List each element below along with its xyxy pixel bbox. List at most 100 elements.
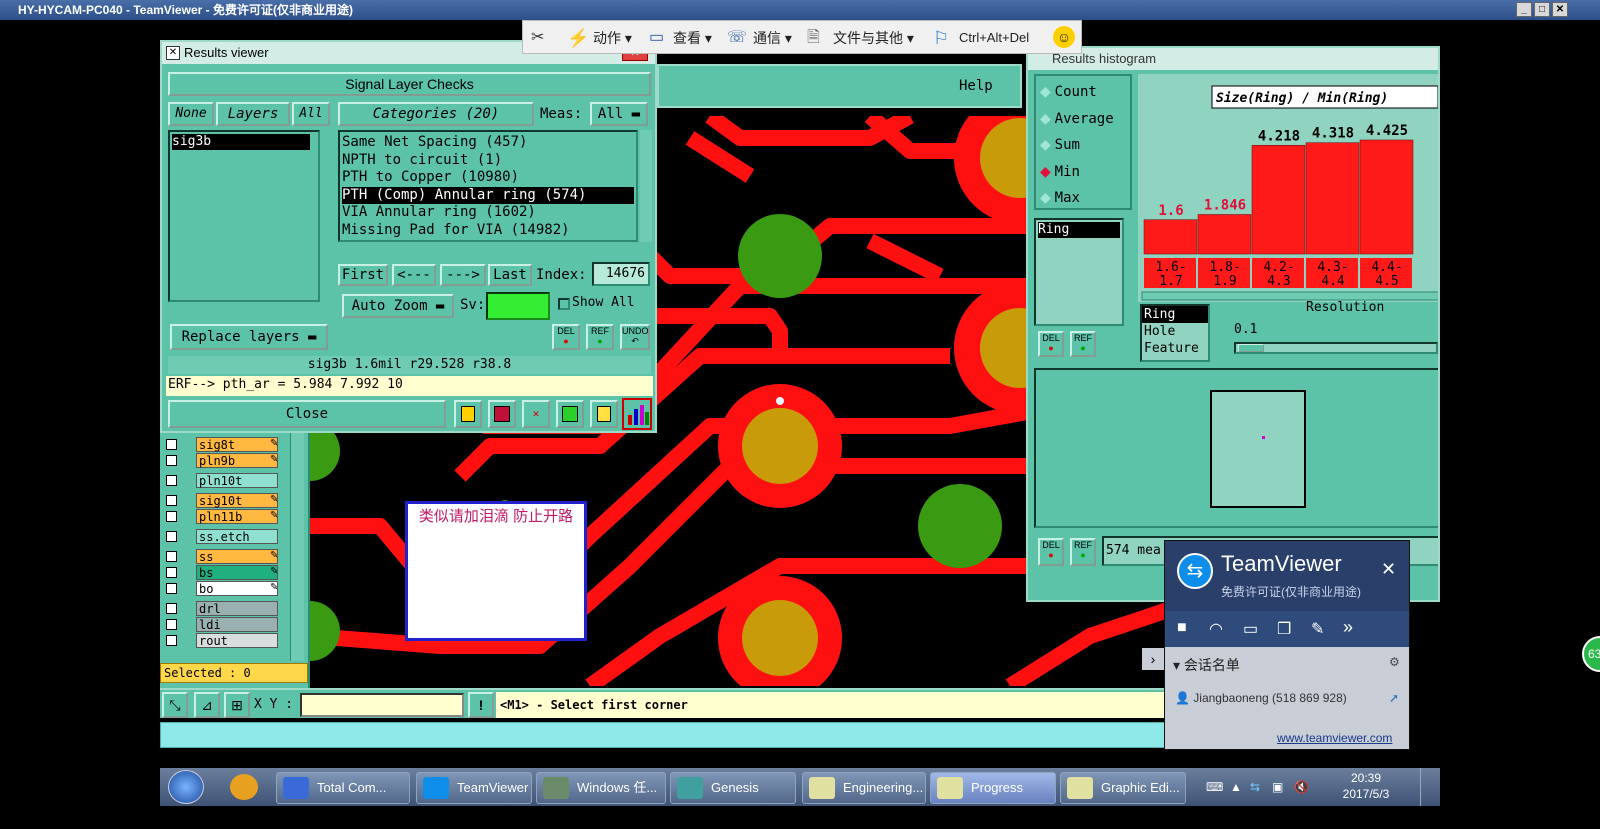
stat-option-count[interactable]: ◆ Count: [1040, 80, 1097, 102]
maximize-button[interactable]: □: [1534, 2, 1550, 17]
layer-name[interactable]: drl: [196, 601, 278, 616]
layer-name[interactable]: bs: [196, 565, 278, 580]
tool-icon-5[interactable]: [590, 400, 618, 428]
help-menu[interactable]: Help: [959, 78, 993, 94]
more-icon[interactable]: »: [1343, 617, 1353, 638]
grid-snap-icon[interactable]: ⊞: [224, 692, 250, 718]
close-window-button[interactable]: ✕: [1552, 2, 1568, 17]
auto-zoom-dropdown[interactable]: Auto Zoom ▬: [342, 294, 454, 318]
alert-icon[interactable]: !: [468, 692, 494, 718]
meas-dropdown[interactable]: All ▬: [590, 102, 648, 126]
pen-icon[interactable]: ✎: [1311, 619, 1324, 639]
layer-checkbox[interactable]: [166, 551, 177, 562]
layer-checkbox[interactable]: [166, 619, 177, 630]
contact-item[interactable]: 👤 Jiangbaoneng (518 869 928): [1175, 691, 1347, 705]
layer-name[interactable]: ss: [196, 549, 278, 564]
resolution-slider[interactable]: [1234, 342, 1438, 354]
stat-option-min[interactable]: ◆ Min: [1040, 160, 1080, 182]
layer-row[interactable]: sig10t ✎: [164, 493, 284, 508]
stat-option-max[interactable]: ◆ Max: [1040, 186, 1080, 208]
teamviewer-link[interactable]: www.teamviewer.com: [1277, 731, 1392, 745]
stat-option-sum[interactable]: ◆ Sum: [1040, 133, 1080, 155]
tray-expand-icon[interactable]: ▲: [1230, 780, 1242, 794]
layer-checkbox[interactable]: [166, 603, 177, 614]
tool-icon-2[interactable]: [488, 400, 516, 428]
layer-checkbox[interactable]: [166, 583, 177, 594]
taskbar-app[interactable]: Windows 任...: [536, 772, 666, 804]
histogram-tool-button[interactable]: [622, 398, 652, 430]
smiley-icon[interactable]: ☺: [1053, 26, 1075, 48]
all-button[interactable]: All: [292, 102, 330, 126]
run-icon[interactable]: ⚐: [933, 29, 949, 47]
type-item[interactable]: Hole: [1142, 323, 1208, 340]
type-item[interactable]: Ring: [1142, 306, 1208, 323]
measure-listbox[interactable]: Ring: [1034, 218, 1124, 326]
ctrl-alt-del-button[interactable]: Ctrl+Alt+Del: [959, 29, 1029, 47]
communicate-menu[interactable]: 通信 ▾: [753, 29, 792, 47]
actions-menu[interactable]: 动作 ▾: [593, 29, 632, 47]
minimize-button[interactable]: _: [1516, 2, 1532, 17]
layer-listbox[interactable]: sig3b: [168, 130, 320, 302]
zoom-fit-icon[interactable]: ⤡: [162, 692, 188, 718]
histogram-bar[interactable]: [1305, 142, 1360, 255]
layer-checkbox[interactable]: [166, 635, 177, 646]
side-badge[interactable]: 63: [1582, 636, 1600, 672]
preview-del-button[interactable]: DEL ●: [1038, 538, 1064, 566]
histogram-bar[interactable]: [1197, 214, 1252, 255]
view-menu[interactable]: 查看 ▾: [673, 29, 712, 47]
histogram-bar[interactable]: [1143, 219, 1198, 255]
layer-name[interactable]: pln9b: [196, 453, 278, 468]
del-button[interactable]: DEL ●: [552, 324, 580, 350]
layer-row[interactable]: bs ✎: [164, 565, 284, 580]
actions-icon[interactable]: ⚡: [567, 29, 589, 47]
taskbar-app[interactable]: Total Com...: [276, 772, 410, 804]
layer-row[interactable]: sig8t ✎: [164, 437, 284, 452]
tool-icon-1[interactable]: [454, 400, 482, 428]
files-menu[interactable]: 文件与其他 ▾: [833, 29, 914, 47]
taskbar-app[interactable]: Progress: [930, 772, 1056, 804]
histogram-bar[interactable]: [1359, 139, 1414, 255]
show-desktop-button[interactable]: [1420, 768, 1438, 806]
none-button[interactable]: None: [168, 102, 214, 126]
layer-name[interactable]: pln10t: [196, 473, 278, 488]
layer-checkbox[interactable]: [166, 475, 177, 486]
measure-list-item[interactable]: Ring: [1038, 222, 1120, 238]
layer-name[interactable]: sig10t: [196, 493, 278, 508]
popup-expand-icon[interactable]: ›: [1142, 648, 1164, 670]
view-icon[interactable]: ▭: [649, 29, 664, 47]
category-item[interactable]: PTH to Copper (10980): [342, 169, 634, 187]
histogram-bar[interactable]: [1251, 145, 1306, 255]
taskbar-app[interactable]: TeamViewer: [416, 772, 532, 804]
layer-checkbox[interactable]: [166, 567, 177, 578]
layer-row[interactable]: pln10t: [164, 473, 284, 488]
clock-date[interactable]: 2017/5/3: [1328, 787, 1404, 801]
network-tray-icon[interactable]: ▣: [1272, 780, 1283, 794]
layers-button[interactable]: Layers: [216, 102, 290, 126]
category-item[interactable]: Missing Pad for VIA (14982): [342, 222, 634, 240]
layer-name[interactable]: sig8t: [196, 437, 278, 452]
layer-list-item[interactable]: sig3b: [172, 134, 310, 150]
type-listbox[interactable]: Ring Hole Feature: [1140, 304, 1210, 362]
histo-del-button[interactable]: DEL ●: [1038, 331, 1064, 357]
teamviewer-popup-close-icon[interactable]: ✕: [1381, 559, 1396, 580]
layer-row[interactable]: bo ✎: [164, 581, 284, 596]
last-button[interactable]: Last: [488, 264, 532, 286]
taskbar-app[interactable]: Engineering...: [802, 772, 926, 804]
close-button[interactable]: Close: [168, 400, 446, 428]
layer-row[interactable]: pln9b ✎: [164, 453, 284, 468]
layer-row[interactable]: pln11b ✎: [164, 509, 284, 524]
first-button[interactable]: First: [338, 264, 388, 286]
layer-row[interactable]: ss ✎: [164, 549, 284, 564]
contact-cursor-icon[interactable]: ➚: [1389, 691, 1399, 705]
layer-name[interactable]: bo: [196, 581, 278, 596]
show-all-checkbox[interactable]: [558, 298, 570, 310]
preview-ref-button[interactable]: REF ●: [1070, 538, 1096, 566]
layer-row[interactable]: ss.etch: [164, 529, 284, 544]
category-item[interactable]: PTH (Comp) Annular ring (574): [342, 186, 634, 204]
teamviewer-tray-icon[interactable]: ⇆: [1250, 780, 1260, 794]
categories-scrollbar[interactable]: [640, 130, 652, 242]
replace-layers-dropdown[interactable]: Replace layers ▬: [170, 324, 328, 350]
xy-input[interactable]: [300, 693, 464, 717]
pinned-shell-icon[interactable]: [230, 774, 258, 800]
volume-muted-icon[interactable]: 🔇: [1294, 780, 1309, 794]
